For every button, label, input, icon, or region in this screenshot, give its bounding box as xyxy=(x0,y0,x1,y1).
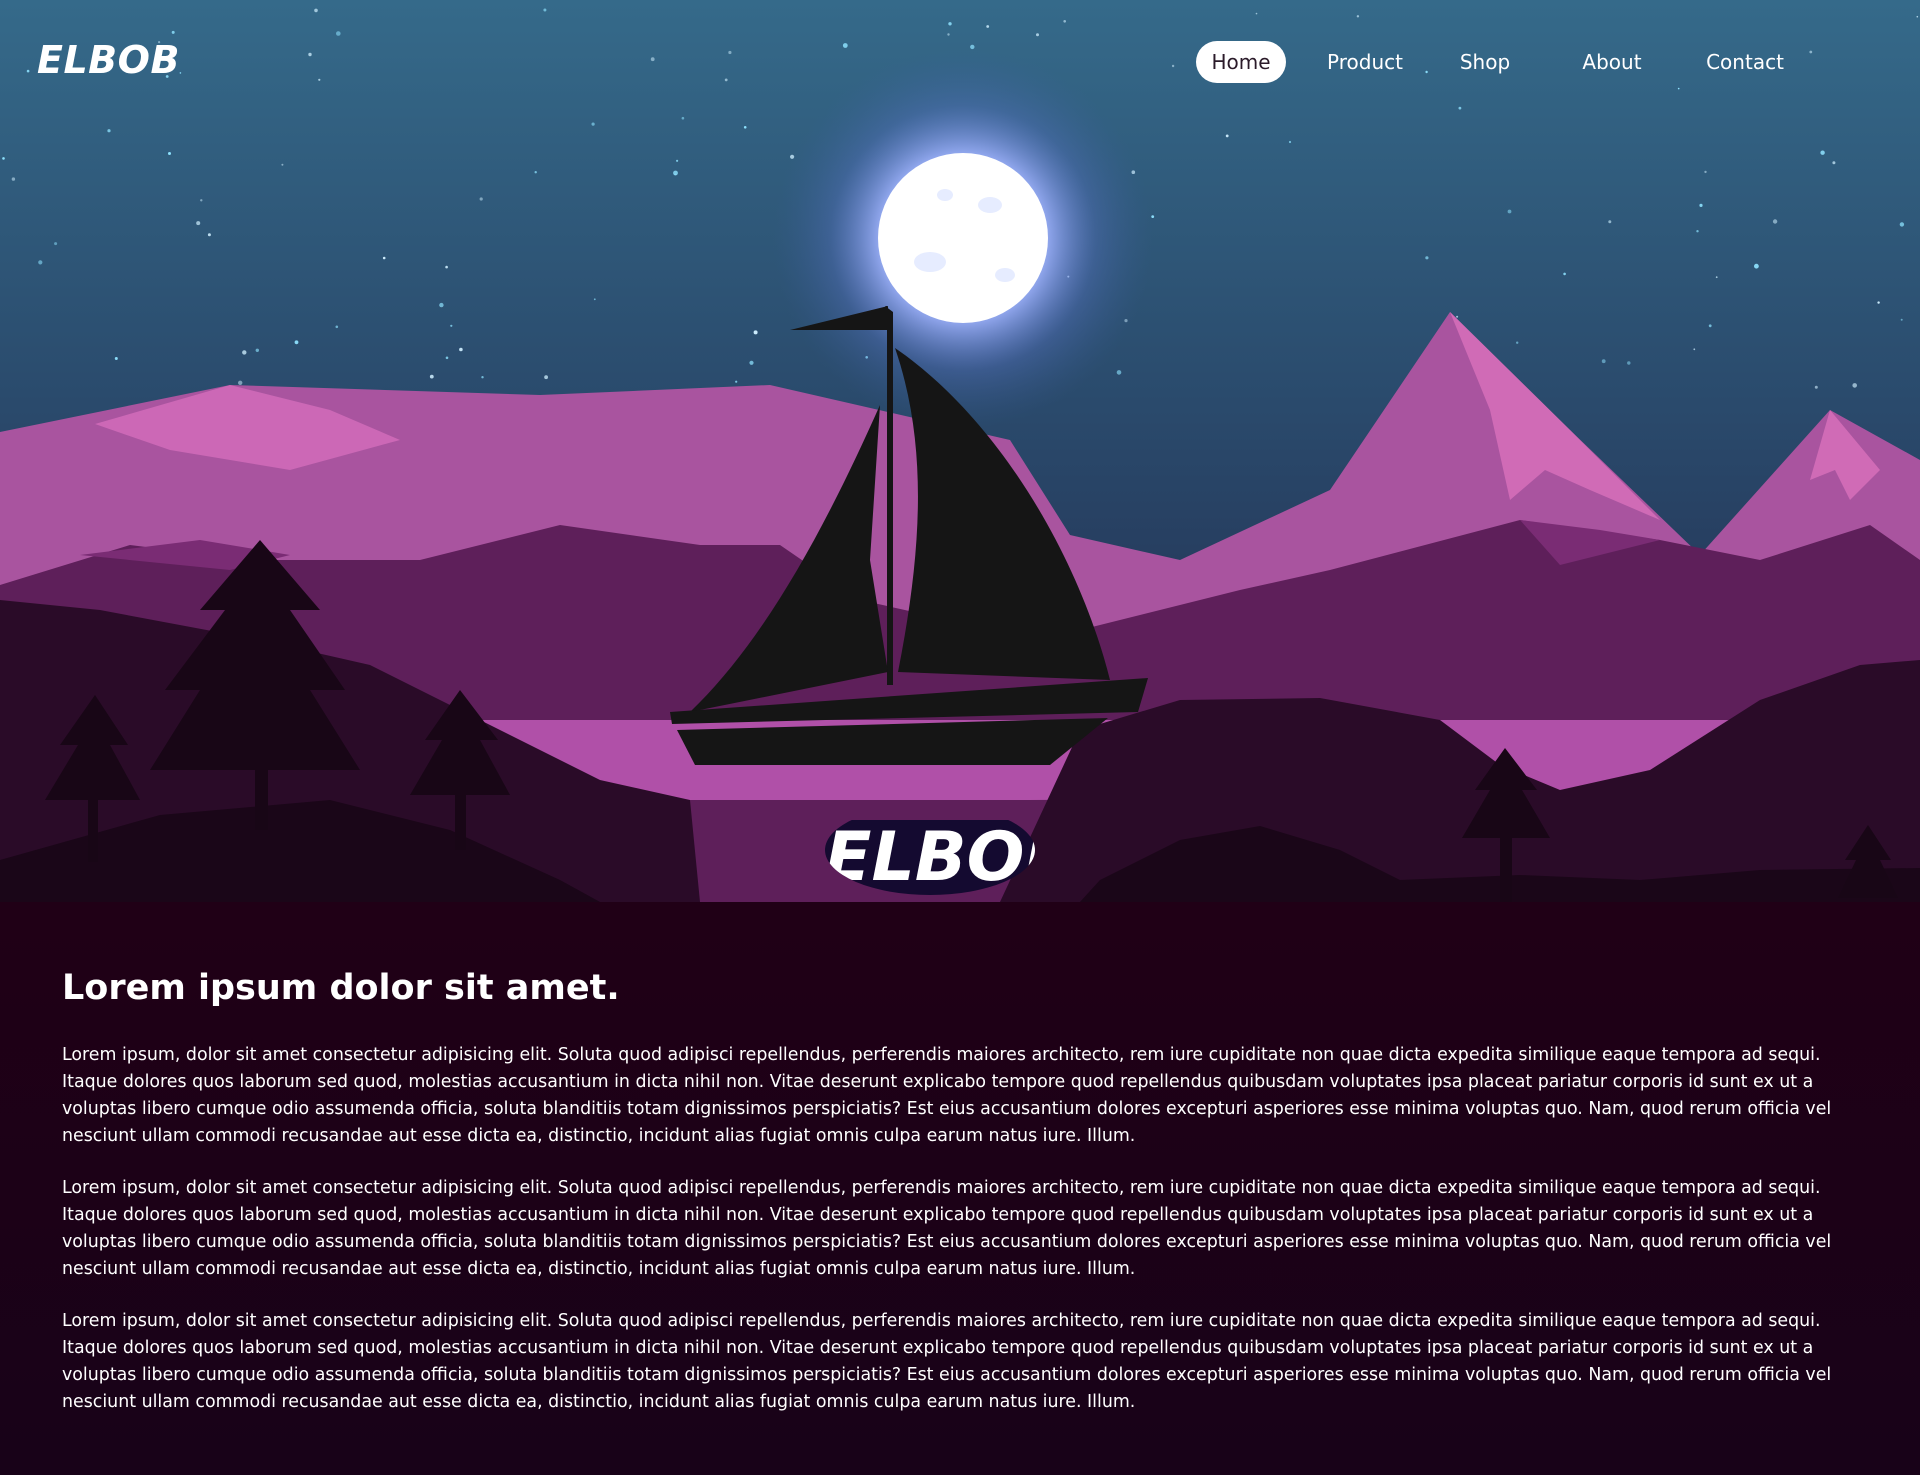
nav-home[interactable]: Home xyxy=(1196,41,1286,83)
star xyxy=(1900,318,1903,321)
star xyxy=(1627,361,1631,365)
star xyxy=(11,177,16,181)
star xyxy=(1516,341,1519,344)
star xyxy=(544,375,548,380)
star xyxy=(676,159,679,162)
star xyxy=(1715,276,1718,279)
star xyxy=(335,325,339,329)
star xyxy=(1704,170,1707,174)
star xyxy=(1693,348,1696,351)
star xyxy=(1116,370,1122,375)
star xyxy=(1814,385,1818,389)
star xyxy=(534,171,537,174)
star xyxy=(1832,161,1836,165)
star xyxy=(1563,272,1566,276)
nav-about[interactable]: About xyxy=(1567,41,1657,83)
star xyxy=(1507,209,1512,214)
hero-banner: ELBOB ELBOB Home Product Shop About Cont… xyxy=(0,0,1920,902)
star xyxy=(1225,134,1229,138)
star xyxy=(1754,263,1759,269)
nav-shop[interactable]: Shop xyxy=(1445,41,1525,83)
star xyxy=(481,376,484,379)
star xyxy=(439,302,444,308)
page-heading: Lorem ipsum dolor sit amet. xyxy=(62,968,620,1008)
paragraph: Lorem ipsum, dolor sit amet consectetur … xyxy=(62,1311,1832,1412)
star xyxy=(429,374,434,379)
star xyxy=(168,152,171,155)
nav-product[interactable]: Product xyxy=(1320,41,1410,83)
star xyxy=(673,170,678,176)
night-landscape-illustration: ELBOB xyxy=(0,0,1920,902)
star xyxy=(450,324,453,327)
star xyxy=(1456,315,1459,318)
star xyxy=(1708,324,1712,328)
star xyxy=(207,233,211,237)
star xyxy=(1772,219,1778,224)
star xyxy=(242,350,247,355)
star xyxy=(1608,220,1612,224)
star xyxy=(1899,222,1905,227)
star xyxy=(1601,359,1606,364)
star xyxy=(38,260,43,265)
paragraph: Lorem ipsum, dolor sit amet consectetur … xyxy=(62,1045,1832,1146)
star xyxy=(1696,230,1699,233)
star xyxy=(1852,383,1857,388)
brand-logo[interactable]: ELBOB xyxy=(37,38,180,82)
star xyxy=(294,340,299,345)
star xyxy=(1877,301,1880,304)
star xyxy=(281,163,284,166)
star xyxy=(445,356,449,360)
nav-contact[interactable]: Contact xyxy=(1695,41,1795,83)
moon xyxy=(878,153,1048,323)
paragraph: Lorem ipsum, dolor sit amet consectetur … xyxy=(62,1178,1832,1279)
star xyxy=(200,199,203,202)
star xyxy=(255,348,259,352)
star xyxy=(445,265,448,269)
star xyxy=(54,242,58,246)
star xyxy=(749,360,754,365)
star xyxy=(114,357,118,360)
main-content: Lorem ipsum dolor sit amet. Lorem ipsum,… xyxy=(0,902,1920,1475)
star xyxy=(479,197,483,201)
star xyxy=(196,221,201,226)
top-navigation-bar: ELBOB Home Product Shop About Contact xyxy=(0,0,1920,130)
star xyxy=(238,380,243,385)
star xyxy=(1425,256,1429,260)
star xyxy=(1288,140,1292,144)
star xyxy=(382,256,386,260)
star xyxy=(2,157,5,160)
star xyxy=(753,330,758,335)
star xyxy=(593,298,596,301)
star xyxy=(735,380,738,383)
star xyxy=(459,347,463,352)
star xyxy=(1699,203,1703,207)
star xyxy=(1820,150,1825,155)
